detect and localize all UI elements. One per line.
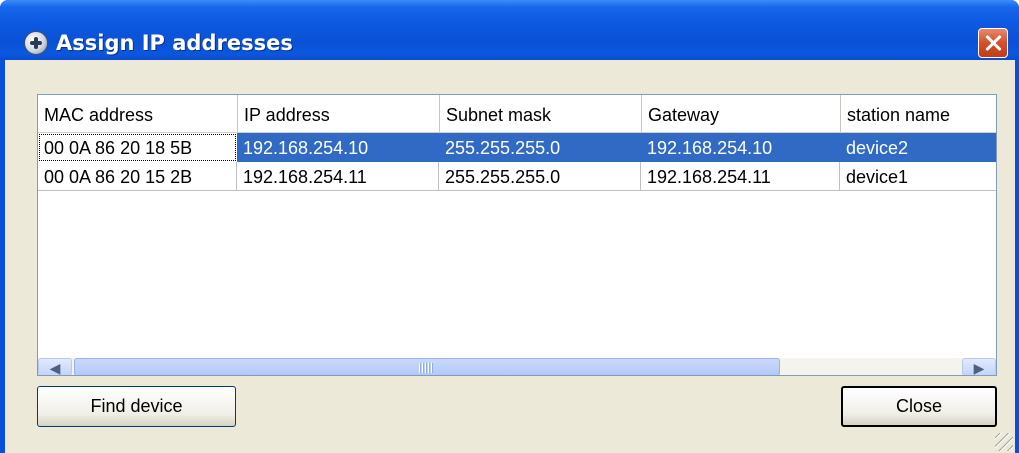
column-header-station[interactable]: station name [840,95,996,132]
table-row[interactable]: 00 0A 86 20 15 2B 192.168.254.11 255.255… [38,162,996,191]
cell-mac: 00 0A 86 20 18 5B [38,133,237,162]
horizontal-scrollbar[interactable]: ◀ ▶ [38,358,996,375]
cell-mac: 00 0A 86 20 15 2B [38,162,237,191]
title-bar[interactable]: Assign IP addresses [0,0,1019,60]
column-header-gateway[interactable]: Gateway [641,95,840,132]
cell-gateway: 192.168.254.10 [647,138,773,158]
cell-station: device2 [846,138,909,158]
column-header-subnet[interactable]: Subnet mask [439,95,641,132]
cell-subnet: 255.255.255.0 [439,162,641,191]
arrow-left-icon[interactable]: ◀ [38,358,72,375]
resize-grip-icon[interactable] [995,433,1013,451]
cell-gateway: 192.168.254.11 [641,162,840,191]
cell-ip: 192.168.254.10 [243,138,369,158]
cell-station: device1 [840,162,996,191]
find-device-button[interactable]: Find device [37,386,236,427]
dialog-body: MAC address IP address Subnet mask Gatew… [5,60,1015,453]
column-header-mac[interactable]: MAC address [38,95,237,132]
arrow-right-icon[interactable]: ▶ [962,358,996,375]
cell-subnet: 255.255.255.0 [445,138,561,158]
list-header: MAC address IP address Subnet mask Gatew… [38,95,996,133]
cell-ip: 192.168.254.11 [237,162,439,191]
close-button[interactable]: Close [841,386,997,427]
close-icon[interactable] [978,28,1008,58]
column-header-ip[interactable]: IP address [237,95,439,132]
assign-ip-dialog: Assign IP addresses MAC address IP addre… [0,0,1019,453]
network-globe-icon [24,31,48,55]
window-title: Assign IP addresses [56,31,293,55]
device-list[interactable]: MAC address IP address Subnet mask Gatew… [37,94,997,376]
grip-icon [419,363,433,373]
scrollbar-thumb[interactable] [74,358,780,375]
table-row[interactable]: 00 0A 86 20 18 5B 192.168.254.10 255.255… [38,133,996,162]
